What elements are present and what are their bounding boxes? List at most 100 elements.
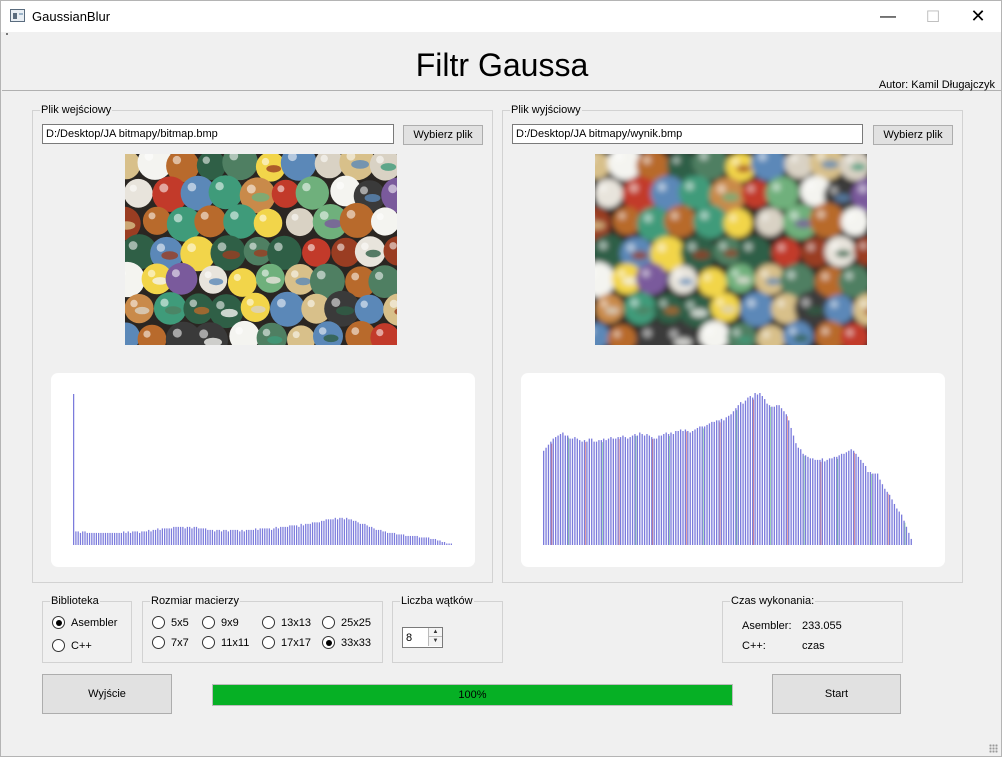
histogram-bar — [607, 438, 610, 545]
histogram-bar — [145, 531, 148, 545]
histogram-bar — [111, 532, 113, 545]
radio-25x25[interactable]: 25x25 — [322, 616, 371, 629]
histogram-bar — [150, 531, 152, 545]
histogram-bar — [601, 442, 603, 545]
histogram-bar — [826, 459, 828, 545]
histogram-bar — [619, 437, 622, 545]
histogram-bar — [136, 531, 138, 545]
radio-cpp[interactable]: C++ — [52, 639, 92, 652]
histogram-bar — [261, 528, 264, 545]
histogram-bar — [857, 456, 860, 545]
radio-7x7-indicator[interactable] — [152, 636, 165, 649]
histogram-bar — [138, 532, 141, 545]
histogram-bar — [581, 441, 583, 545]
input-histogram — [51, 373, 475, 567]
histogram-bar — [792, 435, 795, 545]
histogram-bar — [148, 529, 150, 545]
radio-33x33-indicator[interactable] — [322, 636, 335, 649]
output-choose-file-button[interactable]: Wybierz plik — [873, 125, 953, 145]
radio-asembler[interactable]: Asembler — [52, 616, 117, 629]
histogram-bar — [896, 508, 898, 545]
radio-17x17-indicator[interactable] — [262, 636, 275, 649]
histogram-bar — [686, 431, 687, 545]
histogram-bar — [785, 414, 787, 545]
histogram-bar — [562, 432, 564, 545]
histogram-bar — [389, 532, 391, 545]
histogram-bar — [742, 403, 744, 545]
radio-cpp-indicator[interactable] — [52, 639, 65, 652]
histogram-bar — [88, 532, 91, 545]
histogram-bar — [719, 422, 721, 545]
histogram-bar — [409, 535, 412, 545]
library-group: Biblioteka Asembler C++ — [42, 595, 132, 663]
histogram-bar — [627, 438, 629, 545]
radio-13x13[interactable]: 13x13 — [262, 616, 311, 629]
histogram-bar — [441, 541, 443, 545]
input-path-field[interactable]: D:/Desktop/JA bitmapy/bitmap.bmp — [42, 124, 394, 144]
histogram-bar — [665, 432, 667, 545]
histogram-bar — [207, 529, 209, 545]
histogram-bar — [241, 529, 243, 545]
histogram-bar — [715, 420, 718, 545]
histogram-bar — [824, 461, 826, 545]
radio-5x5[interactable]: 5x5 — [152, 616, 189, 629]
histogram-bar — [77, 531, 79, 545]
histogram-bar — [120, 532, 123, 545]
histogram-bar — [557, 435, 559, 545]
radio-11x11-indicator[interactable] — [202, 636, 215, 649]
histogram-bar — [416, 535, 418, 545]
histogram-bar — [612, 438, 614, 545]
histogram-bar — [708, 423, 711, 545]
histogram-bar — [869, 472, 872, 545]
histogram-bar — [168, 528, 170, 545]
histogram-bar — [195, 526, 198, 545]
histogram-bar — [82, 531, 84, 545]
radio-11x11[interactable]: 11x11 — [202, 636, 249, 649]
output-path-field[interactable]: D:/Desktop/JA bitmapy/wynik.bmp — [512, 124, 863, 144]
radio-7x7[interactable]: 7x7 — [152, 636, 189, 649]
threads-spinbox[interactable]: 8 ▲ ▼ — [402, 627, 443, 648]
histogram-bar — [339, 517, 341, 545]
histogram-bar — [159, 529, 161, 545]
histogram-bar — [838, 455, 840, 545]
histogram-bar — [95, 532, 97, 545]
radio-5x5-indicator[interactable] — [152, 616, 165, 629]
resize-grip-icon[interactable] — [989, 744, 998, 753]
histogram-bar — [605, 440, 607, 545]
minimize-button[interactable]: — — [865, 1, 911, 32]
histogram-bar — [694, 429, 696, 545]
histogram-bar — [871, 474, 872, 545]
histogram-bar — [166, 528, 168, 545]
radio-asembler-indicator[interactable] — [52, 616, 65, 629]
histogram-bar — [860, 459, 862, 545]
radio-9x9-indicator[interactable] — [202, 616, 215, 629]
histogram-bar — [423, 537, 425, 545]
histogram-bar — [396, 534, 398, 545]
title-bar[interactable]: GaussianBlur — ☐ ✕ — [1, 1, 1001, 32]
close-button[interactable]: ✕ — [955, 1, 1001, 32]
start-button[interactable]: Start — [772, 674, 901, 714]
threads-value[interactable]: 8 — [406, 632, 412, 644]
histogram-bar — [327, 519, 330, 545]
cpp-time-value: czas — [802, 640, 825, 652]
histogram-bar — [243, 531, 245, 545]
histogram-bar — [202, 528, 204, 545]
histogram-bar — [311, 522, 314, 545]
histogram-bar — [366, 525, 368, 545]
histogram-bar — [232, 529, 234, 545]
output-histogram-chart — [543, 393, 912, 545]
histogram-bar — [341, 517, 343, 545]
page-title: Filtr Gaussa — [415, 47, 589, 83]
radio-25x25-indicator[interactable] — [322, 616, 335, 629]
radio-17x17[interactable]: 17x17 — [262, 636, 311, 649]
radio-33x33[interactable]: 33x33 — [322, 636, 371, 649]
histogram-bar — [795, 443, 797, 545]
spin-down-arrow-icon[interactable]: ▼ — [428, 637, 442, 646]
spin-up-arrow-icon[interactable]: ▲ — [428, 628, 442, 637]
radio-13x13-indicator[interactable] — [262, 616, 275, 629]
exit-button[interactable]: Wyjście — [42, 674, 172, 714]
histogram-bar — [591, 438, 593, 545]
input-choose-file-button[interactable]: Wybierz plik — [403, 125, 483, 145]
maximize-button[interactable]: ☐ — [910, 1, 956, 32]
radio-9x9[interactable]: 9x9 — [202, 616, 239, 629]
